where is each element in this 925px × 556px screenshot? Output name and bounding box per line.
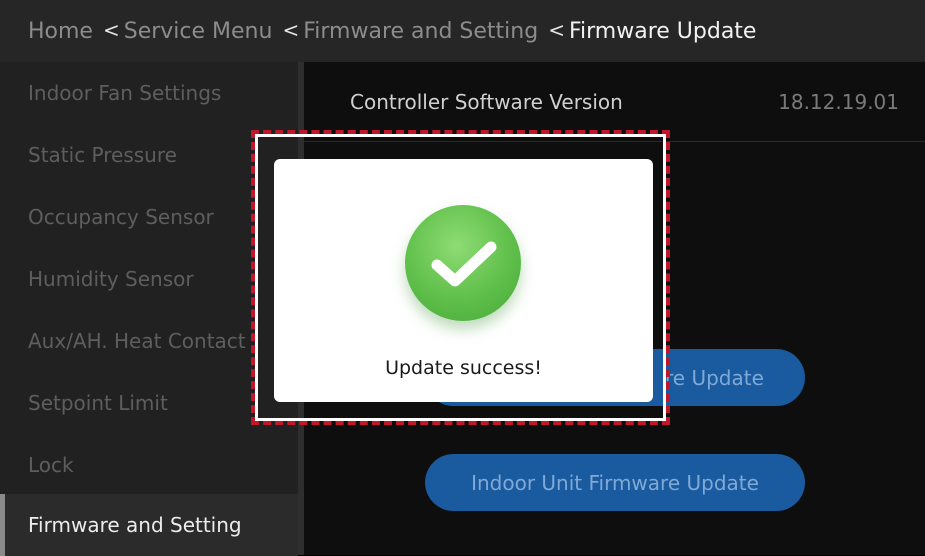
chevron-left-icon: <	[102, 18, 120, 42]
breadcrumb-home[interactable]: Home	[28, 19, 93, 44]
breadcrumb-service-menu[interactable]: Service Menu	[124, 19, 273, 44]
breadcrumb: Home < Service Menu < Firmware and Setti…	[0, 0, 925, 62]
breadcrumb-firmware-update: Firmware Update	[568, 18, 757, 44]
sidebar-item-indoor-fan-settings[interactable]: Indoor Fan Settings	[0, 62, 298, 124]
indoor-unit-firmware-update-label: Indoor Unit Firmware Update	[471, 470, 759, 495]
sidebar-item-lock[interactable]: Lock	[0, 434, 298, 496]
breadcrumb-firmware-and-setting[interactable]: Firmware and Setting	[303, 19, 538, 44]
check-circle-icon	[405, 205, 521, 321]
chevron-left-icon: <	[548, 18, 565, 42]
update-success-dialog[interactable]: Update success!	[274, 159, 653, 402]
dialog-message: Update success!	[385, 357, 542, 379]
firmware-update-button-label: re Update	[665, 365, 764, 390]
chevron-left-icon: <	[282, 18, 300, 42]
version-value: 18.12.19.01	[778, 90, 899, 114]
sidebar-item-firmware-and-setting[interactable]: Firmware and Setting	[0, 494, 298, 556]
version-label: Controller Software Version	[350, 90, 623, 114]
indoor-unit-firmware-update-button[interactable]: Indoor Unit Firmware Update	[425, 454, 805, 511]
